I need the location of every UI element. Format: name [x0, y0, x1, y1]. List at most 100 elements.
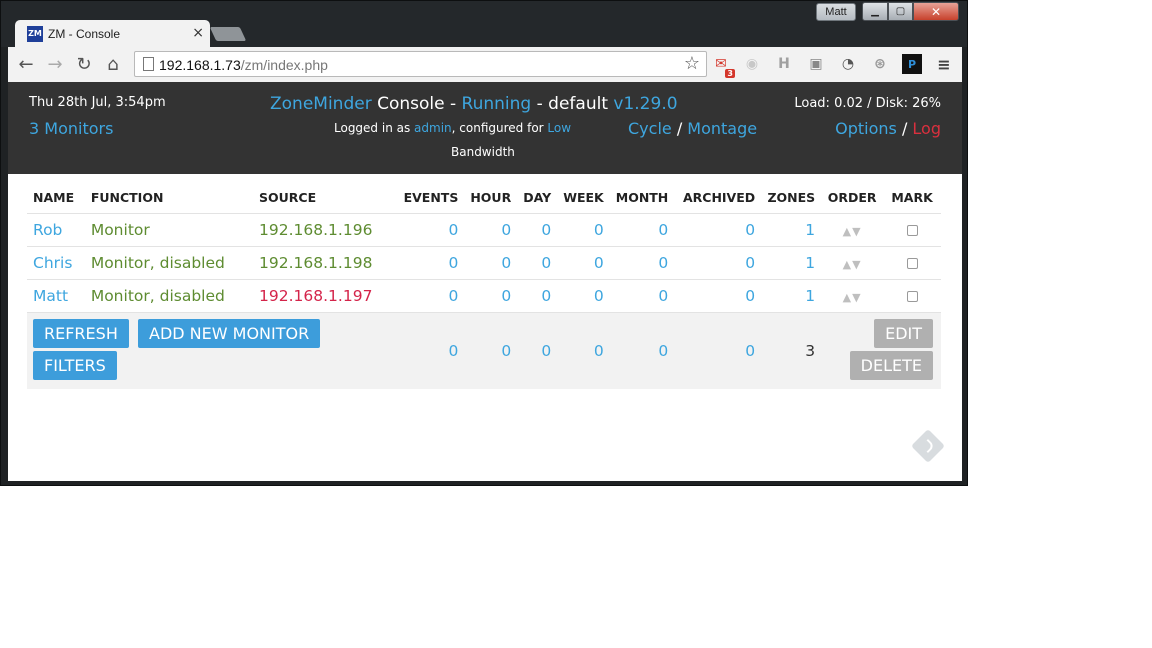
reload-icon[interactable]: ↻ — [72, 52, 96, 76]
maximize-button[interactable]: ▢ — [888, 2, 913, 21]
camera-icon[interactable]: ◉ — [742, 54, 762, 74]
total-events[interactable]: 0 — [392, 312, 465, 389]
total-hour[interactable]: 0 — [464, 312, 518, 389]
col-hour[interactable]: HOUR — [464, 182, 518, 214]
minimize-button[interactable]: ▁ — [862, 2, 888, 21]
day-count[interactable]: 0 — [517, 279, 558, 313]
hour-count[interactable]: 0 — [464, 246, 518, 280]
col-events[interactable]: EVENTS — [392, 182, 465, 214]
mark-checkbox[interactable] — [906, 224, 918, 236]
day-count[interactable]: 0 — [517, 213, 558, 247]
forward-arrow-icon[interactable]: → — [43, 52, 67, 76]
zones-count[interactable]: 1 — [761, 213, 822, 247]
events-count[interactable]: 0 — [392, 246, 465, 280]
col-zones[interactable]: ZONES — [761, 182, 822, 214]
new-tab-button[interactable] — [209, 27, 247, 41]
footer-edit-buttons: EDIT DELETE — [827, 318, 937, 383]
archived-count[interactable]: 0 — [674, 213, 762, 247]
monitor-table: NAME FUNCTION SOURCE EVENTS HOUR DAY WEE… — [27, 182, 941, 389]
console-label: Console — [377, 94, 445, 114]
gmail-icon[interactable]: ✉ 3 — [711, 54, 735, 78]
delete-button[interactable]: DELETE — [849, 350, 933, 380]
archived-count[interactable]: 0 — [674, 246, 762, 280]
speed-icon[interactable]: ◔ — [838, 54, 858, 74]
col-day[interactable]: DAY — [517, 182, 558, 214]
month-count[interactable]: 0 — [609, 246, 675, 280]
month-count[interactable]: 0 — [609, 213, 675, 247]
gmail-badge: 3 — [725, 69, 735, 78]
col-function[interactable]: FUNCTION — [84, 182, 254, 214]
run-state-link[interactable]: Running — [462, 94, 532, 114]
close-button[interactable]: ✕ — [913, 2, 959, 21]
day-count[interactable]: 0 — [517, 246, 558, 280]
month-count[interactable]: 0 — [609, 279, 675, 313]
menu-icon[interactable]: ≡ — [934, 54, 954, 74]
montage-link[interactable]: Montage — [687, 119, 757, 138]
monitor-function-link[interactable]: Monitor — [91, 221, 150, 239]
col-name[interactable]: NAME — [27, 182, 85, 214]
mark-checkbox[interactable] — [906, 290, 918, 302]
total-zones: 3 — [761, 312, 822, 389]
total-day[interactable]: 0 — [517, 312, 558, 389]
monitor-name-link[interactable]: Chris — [33, 254, 72, 272]
bookmark-star-icon[interactable]: ☆ — [684, 53, 700, 74]
total-week[interactable]: 0 — [557, 312, 610, 389]
monitor-name-link[interactable]: Rob — [33, 221, 62, 239]
col-source[interactable]: SOURCE — [253, 182, 393, 214]
monitor-function-link[interactable]: Monitor, disabled — [91, 287, 225, 305]
monitor-source-link[interactable]: 192.168.1.198 — [259, 254, 372, 272]
total-month[interactable]: 0 — [609, 312, 675, 389]
hour-count[interactable]: 0 — [464, 279, 518, 313]
profile-button[interactable]: Matt — [816, 3, 856, 21]
monitor-source-link[interactable]: 192.168.1.196 — [259, 221, 372, 239]
evernote-icon[interactable]: ▣ — [806, 54, 826, 74]
bandwidth-link[interactable]: Low — [547, 121, 571, 135]
zones-count[interactable]: 1 — [761, 279, 822, 313]
browser-titlebar: Matt ▁ ▢ ✕ ZM ZM - Console × — [1, 1, 967, 47]
browser-window: Matt ▁ ▢ ✕ ZM ZM - Console × ← → ↻ ⌂ 192… — [0, 0, 968, 486]
reorder-arrows-icon[interactable]: ▲▼ — [843, 258, 862, 271]
archived-count[interactable]: 0 — [674, 279, 762, 313]
home-icon[interactable]: ⌂ — [101, 52, 125, 76]
monitors-link[interactable]: 3 Monitors — [29, 119, 113, 138]
refresh-button[interactable]: REFRESH — [33, 318, 129, 348]
browser-tab[interactable]: ZM ZM - Console × — [15, 20, 210, 47]
reorder-arrows-icon[interactable]: ▲▼ — [843, 291, 862, 304]
lock-icon[interactable]: ⊛ — [870, 54, 890, 74]
feed-icon[interactable] — [911, 429, 945, 463]
col-archived[interactable]: ARCHIVED — [674, 182, 762, 214]
monitor-source-link[interactable]: 192.168.1.197 — [259, 287, 372, 305]
edit-button[interactable]: EDIT — [874, 318, 933, 348]
add-new-monitor-button[interactable]: ADD NEW MONITOR — [138, 318, 321, 348]
back-arrow-icon[interactable]: ← — [14, 52, 38, 76]
url-host: 192.168.1.73 — [159, 57, 241, 73]
col-week[interactable]: WEEK — [557, 182, 610, 214]
mark-checkbox[interactable] — [906, 257, 918, 269]
version-link[interactable]: v1.29.0 — [613, 94, 677, 114]
bookmark-icon[interactable]: P — [902, 54, 922, 74]
week-count[interactable]: 0 — [557, 213, 610, 247]
reorder-arrows-icon[interactable]: ▲▼ — [843, 225, 862, 238]
week-count[interactable]: 0 — [557, 279, 610, 313]
col-month[interactable]: MONTH — [609, 182, 675, 214]
zoneminder-link[interactable]: ZoneMinder — [270, 94, 372, 114]
filters-button[interactable]: FILTERS — [33, 350, 117, 380]
address-bar[interactable]: 192.168.1.73/zm/index.php ☆ — [134, 51, 707, 77]
user-link[interactable]: admin — [414, 121, 452, 135]
total-archived[interactable]: 0 — [674, 312, 762, 389]
zones-count[interactable]: 1 — [761, 246, 822, 280]
events-count[interactable]: 0 — [392, 279, 465, 313]
week-count[interactable]: 0 — [557, 246, 610, 280]
events-count[interactable]: 0 — [392, 213, 465, 247]
table-row: Chris Monitor, disabled 192.168.1.198 0 … — [27, 246, 941, 280]
url-text: 192.168.1.73/zm/index.php — [159, 57, 328, 73]
h-icon[interactable]: H — [774, 54, 794, 74]
tab-close-icon[interactable]: × — [192, 25, 204, 41]
monitor-name-link[interactable]: Matt — [33, 287, 68, 305]
header-title: ZoneMinder Console - Running - default v… — [270, 94, 678, 114]
cycle-link[interactable]: Cycle — [628, 119, 672, 138]
monitor-function-link[interactable]: Monitor, disabled — [91, 254, 225, 272]
options-link[interactable]: Options — [835, 119, 897, 138]
hour-count[interactable]: 0 — [464, 213, 518, 247]
log-link[interactable]: Log — [912, 119, 941, 138]
